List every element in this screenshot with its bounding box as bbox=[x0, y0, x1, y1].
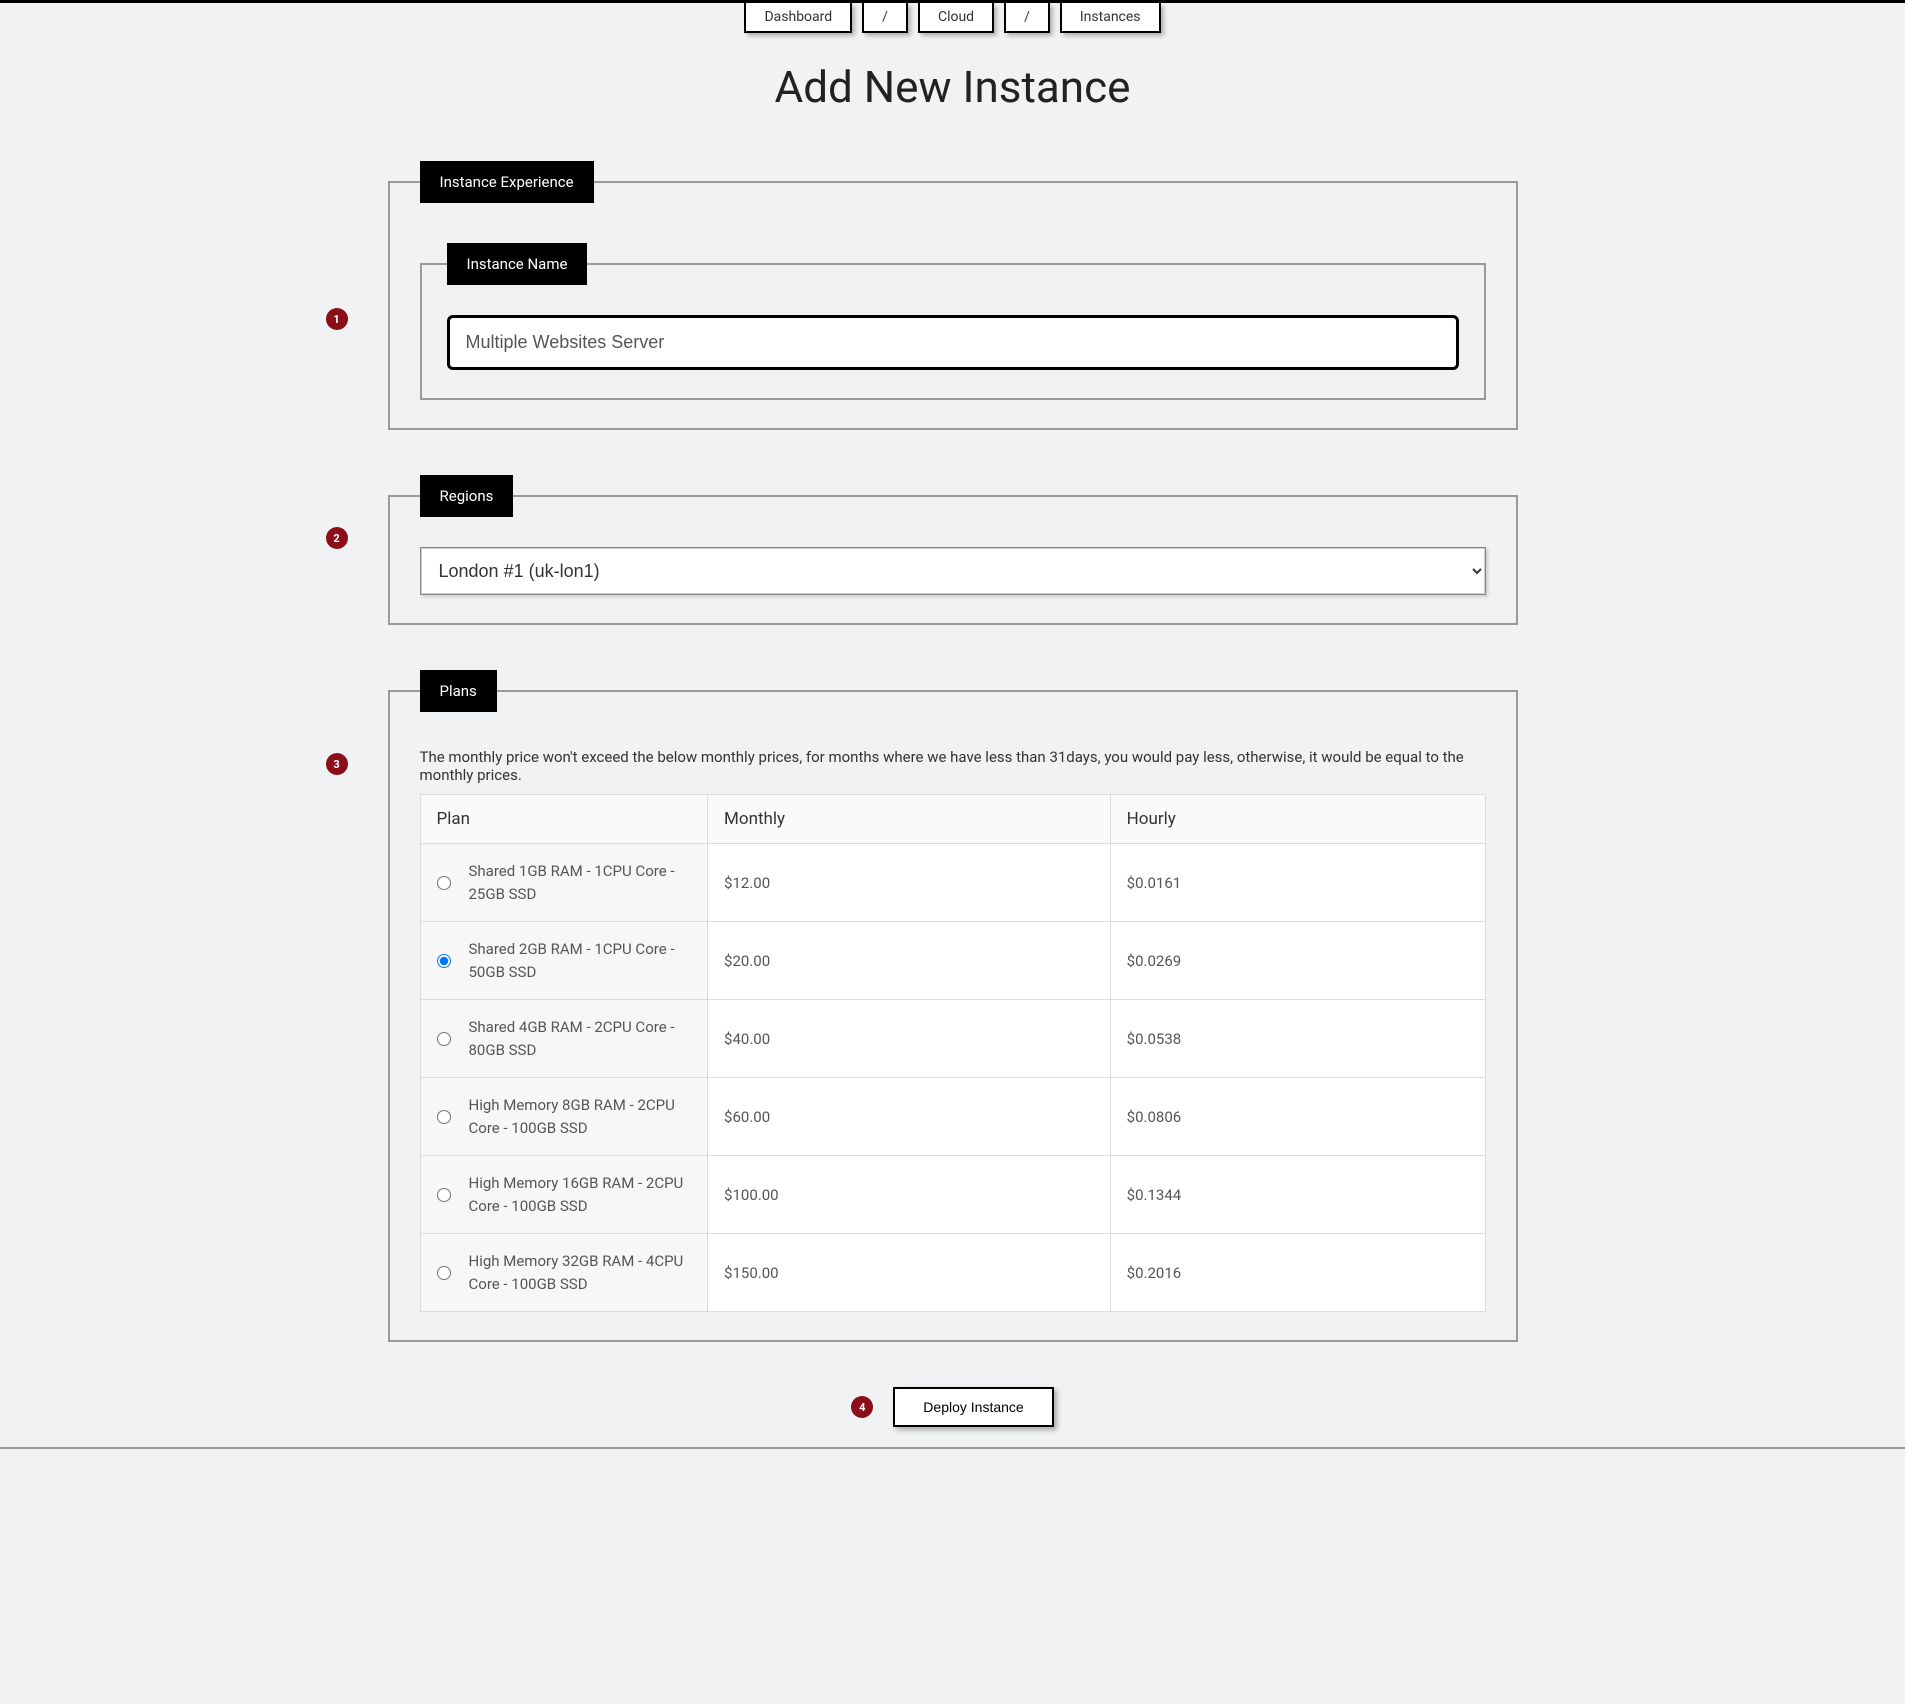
regions-panel: Regions London #1 (uk-lon1) bbox=[388, 475, 1518, 625]
plan-monthly: $40.00 bbox=[708, 1000, 1111, 1078]
plan-label: High Memory 16GB RAM - 2CPU Core - 100GB… bbox=[469, 1172, 692, 1217]
breadcrumb-instances[interactable]: Instances bbox=[1060, 3, 1161, 33]
plan-monthly: $12.00 bbox=[708, 844, 1111, 922]
instance-name-panel: Instance Name bbox=[420, 243, 1486, 400]
plan-monthly: $100.00 bbox=[708, 1156, 1111, 1234]
step-marker-2: 2 bbox=[326, 527, 348, 549]
plans-header-hourly: Hourly bbox=[1110, 795, 1485, 844]
plan-hourly: $0.1344 bbox=[1110, 1156, 1485, 1234]
plans-note: The monthly price won't exceed the below… bbox=[420, 748, 1486, 784]
table-row: High Memory 16GB RAM - 2CPU Core - 100GB… bbox=[420, 1156, 1485, 1234]
plan-monthly: $20.00 bbox=[708, 922, 1111, 1000]
plan-hourly: $0.0161 bbox=[1110, 844, 1485, 922]
instance-name-input[interactable] bbox=[447, 315, 1459, 370]
page-title: Add New Instance bbox=[388, 61, 1518, 113]
instance-experience-legend: Instance Experience bbox=[420, 161, 594, 203]
plan-label: Shared 2GB RAM - 1CPU Core - 50GB SSD bbox=[469, 938, 692, 983]
instance-name-legend: Instance Name bbox=[447, 243, 588, 285]
step-marker-4: 4 bbox=[851, 1396, 873, 1418]
plan-radio[interactable] bbox=[437, 1188, 451, 1202]
plan-label: Shared 4GB RAM - 2CPU Core - 80GB SSD bbox=[469, 1016, 692, 1061]
table-row: High Memory 32GB RAM - 4CPU Core - 100GB… bbox=[420, 1234, 1485, 1312]
plans-table: Plan Monthly Hourly Shared 1GB RAM - 1CP… bbox=[420, 794, 1486, 1312]
breadcrumb-separator: / bbox=[862, 3, 908, 33]
table-row: Shared 1GB RAM - 1CPU Core - 25GB SSD $12… bbox=[420, 844, 1485, 922]
plan-monthly: $60.00 bbox=[708, 1078, 1111, 1156]
breadcrumb-cloud[interactable]: Cloud bbox=[918, 3, 994, 33]
table-row: Shared 2GB RAM - 1CPU Core - 50GB SSD $20… bbox=[420, 922, 1485, 1000]
instance-experience-panel: Instance Experience Instance Name bbox=[388, 161, 1518, 430]
plans-header-plan: Plan bbox=[420, 795, 708, 844]
plan-hourly: $0.0269 bbox=[1110, 922, 1485, 1000]
plan-hourly: $0.0538 bbox=[1110, 1000, 1485, 1078]
step-marker-3: 3 bbox=[326, 753, 348, 775]
plan-label: High Memory 32GB RAM - 4CPU Core - 100GB… bbox=[469, 1250, 692, 1295]
plan-radio[interactable] bbox=[437, 954, 451, 968]
plans-header-monthly: Monthly bbox=[708, 795, 1111, 844]
breadcrumb-dashboard[interactable]: Dashboard bbox=[744, 3, 852, 33]
table-row: Shared 4GB RAM - 2CPU Core - 80GB SSD $40… bbox=[420, 1000, 1485, 1078]
table-row: High Memory 8GB RAM - 2CPU Core - 100GB … bbox=[420, 1078, 1485, 1156]
plans-legend: Plans bbox=[420, 670, 497, 712]
plans-panel: Plans The monthly price won't exceed the… bbox=[388, 670, 1518, 1342]
deploy-instance-button[interactable]: Deploy Instance bbox=[893, 1387, 1053, 1427]
step-marker-1: 1 bbox=[326, 308, 348, 330]
plan-radio[interactable] bbox=[437, 1266, 451, 1280]
regions-legend: Regions bbox=[420, 475, 514, 517]
plan-radio[interactable] bbox=[437, 876, 451, 890]
plan-label: Shared 1GB RAM - 1CPU Core - 25GB SSD bbox=[469, 860, 692, 905]
plan-label: High Memory 8GB RAM - 2CPU Core - 100GB … bbox=[469, 1094, 692, 1139]
breadcrumb: Dashboard / Cloud / Instances bbox=[388, 3, 1518, 33]
plan-monthly: $150.00 bbox=[708, 1234, 1111, 1312]
plan-hourly: $0.0806 bbox=[1110, 1078, 1485, 1156]
plan-hourly: $0.2016 bbox=[1110, 1234, 1485, 1312]
plan-radio[interactable] bbox=[437, 1110, 451, 1124]
breadcrumb-separator: / bbox=[1004, 3, 1050, 33]
region-select[interactable]: London #1 (uk-lon1) bbox=[420, 547, 1486, 595]
plan-radio[interactable] bbox=[437, 1032, 451, 1046]
